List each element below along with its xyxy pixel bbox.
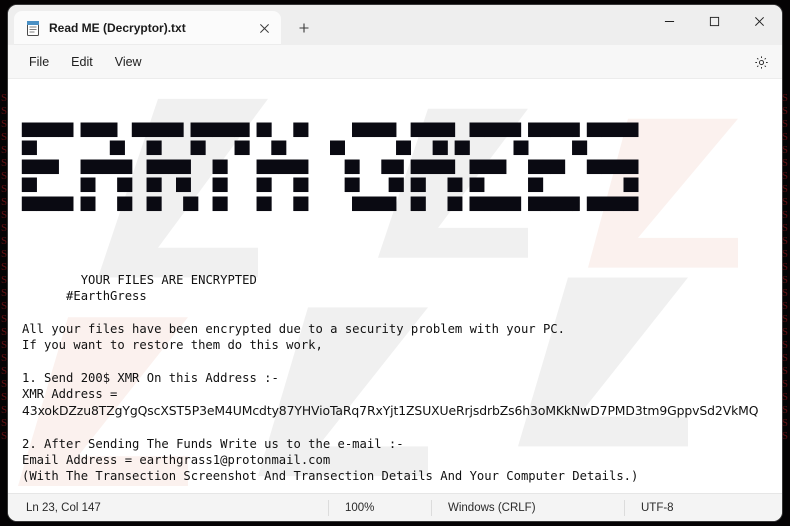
note-line: (With The Transection Screenshot And Tra… xyxy=(22,469,639,484)
window-controls xyxy=(647,5,782,45)
ascii-art-banner: ███████ █████ ███████ ████████ ██ ██ ███… xyxy=(22,122,639,211)
xmr-address-line: 43xokDZzu8TZgYgQscXST5P3eM4UMcdty87YHVio… xyxy=(22,402,759,418)
note-line: YOUR FILES ARE ENCRYPTED xyxy=(80,272,257,287)
tab-title: Read ME (Decryptor).txt xyxy=(49,21,186,35)
menu-item-edit[interactable]: Edit xyxy=(60,50,104,74)
gear-icon[interactable] xyxy=(748,49,774,75)
tab-strip: Read ME (Decryptor).txt xyxy=(8,5,647,45)
menu-bar: File Edit View xyxy=(8,45,782,79)
minimize-button[interactable] xyxy=(647,5,692,37)
status-cursor-position: Ln 23, Col 147 xyxy=(26,501,101,514)
note-line: If you want to restore them do this work… xyxy=(22,338,323,353)
menu-item-file[interactable]: File xyxy=(18,50,60,74)
close-window-button[interactable] xyxy=(737,5,782,37)
maximize-button[interactable] xyxy=(692,5,737,37)
close-tab-icon[interactable] xyxy=(253,17,275,39)
ransom-note-body: YOUR FILES ARE ENCRYPTED #EarthGress All… xyxy=(22,255,782,493)
note-line: #EarthGress xyxy=(22,288,147,303)
note-line: XMR Address = xyxy=(22,387,118,402)
note-line: 2. After Sending The Funds Write us to t… xyxy=(22,436,404,451)
menu-item-view[interactable]: View xyxy=(104,50,153,74)
document-text[interactable]: ███████ █████ ███████ ████████ ██ ██ ███… xyxy=(8,79,782,493)
new-tab-button[interactable] xyxy=(289,13,319,43)
status-zoom-level[interactable]: 100% xyxy=(328,499,431,516)
title-bar: Read ME (Decryptor).txt xyxy=(8,5,782,45)
notepad-icon xyxy=(25,20,42,37)
status-encoding[interactable]: UTF-8 xyxy=(624,499,782,516)
note-line: All your files have been encrypted due t… xyxy=(22,321,565,336)
text-editor-area[interactable]: ███████ █████ ███████ ████████ ██ ██ ███… xyxy=(8,79,782,493)
note-line: Email Address = earthgrass1@protonmail.c… xyxy=(22,453,331,467)
status-line-endings[interactable]: Windows (CRLF) xyxy=(431,499,624,516)
tab-read-me[interactable]: Read ME (Decryptor).txt xyxy=(14,11,281,45)
status-bar: Ln 23, Col 147 100% Windows (CRLF) UTF-8 xyxy=(8,493,782,521)
desktop-right-text: S S S S S S S S S S S S S S S S S S S S … xyxy=(781,92,789,442)
note-line: 1. Send 200$ XMR On this Address :- xyxy=(22,370,279,385)
notepad-window: Read ME (Decryptor).txt File Edit View █… xyxy=(8,5,782,521)
